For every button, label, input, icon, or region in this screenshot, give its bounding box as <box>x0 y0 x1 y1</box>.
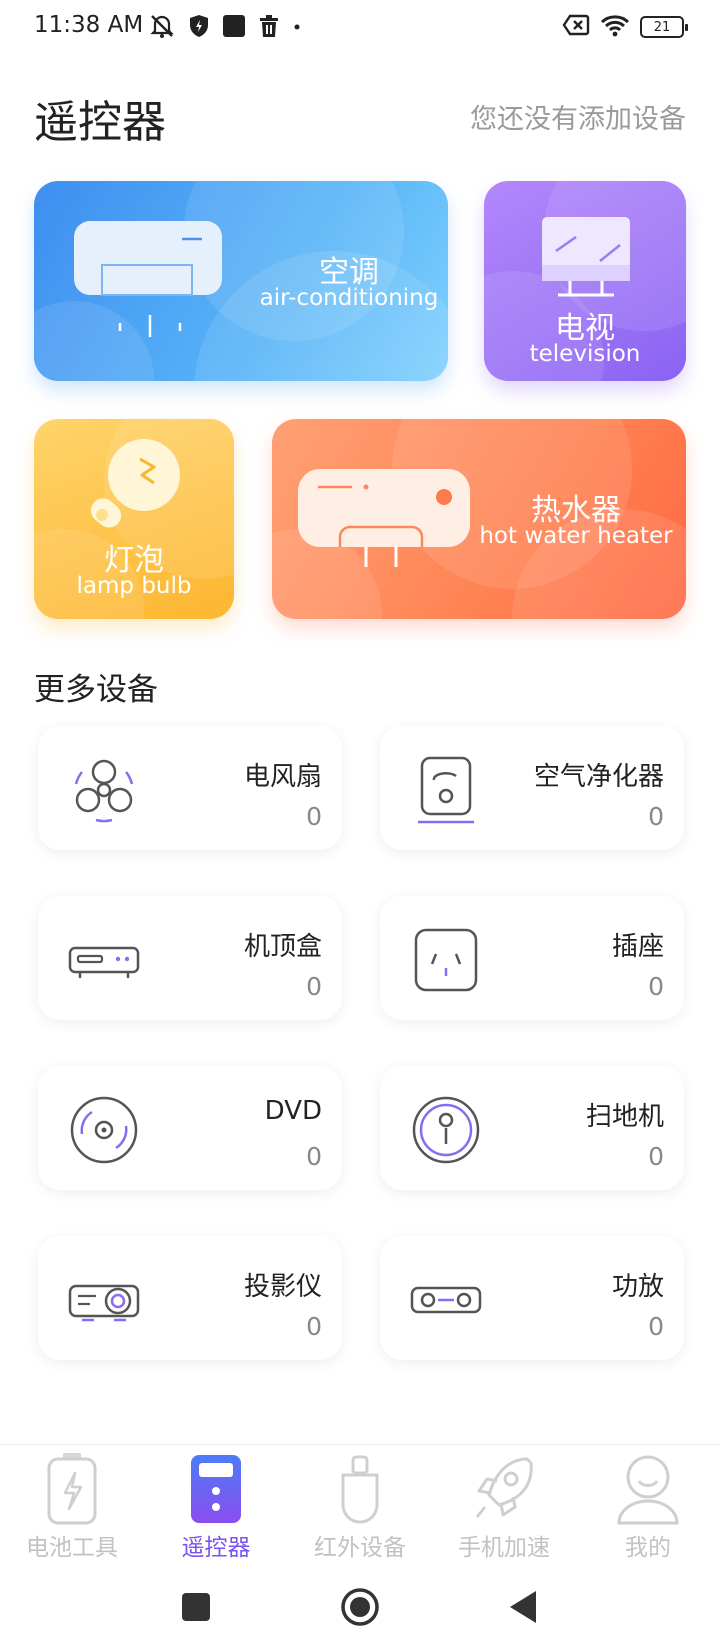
tv-label-en: television <box>529 341 641 367</box>
home-icon[interactable] <box>340 1587 380 1627</box>
app-square-icon <box>222 14 246 42</box>
device-count: 0 <box>306 1312 322 1341</box>
device-count: 0 <box>306 802 322 831</box>
back-icon[interactable] <box>508 1589 538 1625</box>
device-name: 插座 <box>611 932 664 962</box>
device-tile-air-purifier[interactable]: 空气净化器 0 <box>380 726 684 850</box>
device-count: 0 <box>306 1142 322 1171</box>
device-count: 0 <box>648 802 664 831</box>
wifi-icon <box>600 13 630 41</box>
projector-icon <box>68 1284 140 1322</box>
ac-label-en: air-conditioning <box>259 285 439 311</box>
muted-bell-icon <box>148 13 176 43</box>
heater-label-en: hot water heater <box>479 523 673 549</box>
page-title: 遥控器 <box>34 97 166 148</box>
bottom-nav: 电池工具 遥控器 红外设备 手机加速 我的 <box>0 1444 720 1564</box>
device-tile-fan[interactable]: 电风扇 0 <box>38 726 342 850</box>
trash-icon <box>258 14 280 42</box>
lamp-bulb-icon <box>90 439 180 528</box>
lamp-bulb-card[interactable]: 灯泡 lamp bulb <box>34 419 234 619</box>
no-sim-icon <box>562 13 590 41</box>
amplifier-icon <box>410 1286 482 1314</box>
device-name: 空气净化器 <box>533 762 664 792</box>
nav-label: 我的 <box>625 1535 671 1561</box>
device-count: 0 <box>306 972 322 1001</box>
status-time: 11:38 AM <box>34 12 144 38</box>
nav-item-infrared-devices[interactable]: 红外设备 <box>288 1445 432 1565</box>
device-tile-dvd[interactable]: DVD 0 <box>38 1066 342 1190</box>
shield-icon <box>188 14 210 42</box>
device-name: 机顶盒 <box>243 932 322 962</box>
device-count: 0 <box>648 1142 664 1171</box>
air-purifier-icon <box>418 756 474 824</box>
lamp-label-en: lamp bulb <box>76 573 192 599</box>
air-conditioner-icon <box>74 221 222 337</box>
nav-item-profile[interactable]: 我的 <box>576 1445 720 1565</box>
system-nav-bar <box>0 1564 720 1650</box>
water-heater-card[interactable]: 热水器 hot water heater <box>272 419 686 619</box>
nav-label: 红外设备 <box>314 1535 406 1561</box>
battery-icon <box>47 1453 97 1525</box>
status-bar: 11:38 AM 21 <box>0 0 720 56</box>
nav-item-remote-control[interactable]: 遥控器 <box>144 1445 288 1565</box>
nav-item-battery-tools[interactable]: 电池工具 <box>0 1445 144 1565</box>
television-icon <box>542 217 630 297</box>
robot-vacuum-icon <box>412 1096 480 1164</box>
nav-label: 手机加速 <box>458 1535 550 1561</box>
device-name: DVD <box>264 1096 322 1126</box>
rocket-icon <box>475 1457 533 1518</box>
device-count: 0 <box>648 1312 664 1341</box>
nav-item-phone-boost[interactable]: 手机加速 <box>432 1445 576 1565</box>
device-name: 扫地机 <box>585 1102 664 1132</box>
profile-icon <box>617 1455 679 1525</box>
device-tile-projector[interactable]: 投影仪 0 <box>38 1236 342 1360</box>
device-tile-socket[interactable]: 插座 0 <box>380 896 684 1020</box>
infrared-icon <box>341 1455 379 1524</box>
recents-icon[interactable] <box>181 1592 211 1622</box>
device-name: 投影仪 <box>243 1272 322 1302</box>
fan-icon <box>74 759 134 823</box>
nav-label: 电池工具 <box>26 1535 118 1561</box>
socket-icon <box>414 928 478 992</box>
battery-indicator: 21 <box>640 16 688 38</box>
more-devices-title: 更多设备 <box>34 672 158 708</box>
remote-icon <box>191 1455 241 1523</box>
device-name: 电风扇 <box>243 762 322 792</box>
device-tile-set-top-box[interactable]: 机顶盒 0 <box>38 896 342 1020</box>
water-heater-icon <box>298 469 470 567</box>
nav-label: 遥控器 <box>181 1535 251 1561</box>
device-name: 功放 <box>611 1272 664 1302</box>
set-top-box-icon <box>68 946 140 978</box>
television-card[interactable]: 电视 television <box>484 181 686 381</box>
device-tile-robot-vacuum[interactable]: 扫地机 0 <box>380 1066 684 1190</box>
no-device-hint: 您还没有添加设备 <box>470 104 686 135</box>
dvd-icon <box>70 1096 138 1164</box>
air-conditioner-card[interactable]: 空调 air-conditioning <box>34 181 448 381</box>
device-count: 0 <box>648 972 664 1001</box>
device-tile-amplifier[interactable]: 功放 0 <box>380 1236 684 1360</box>
dot-icon <box>292 14 302 42</box>
